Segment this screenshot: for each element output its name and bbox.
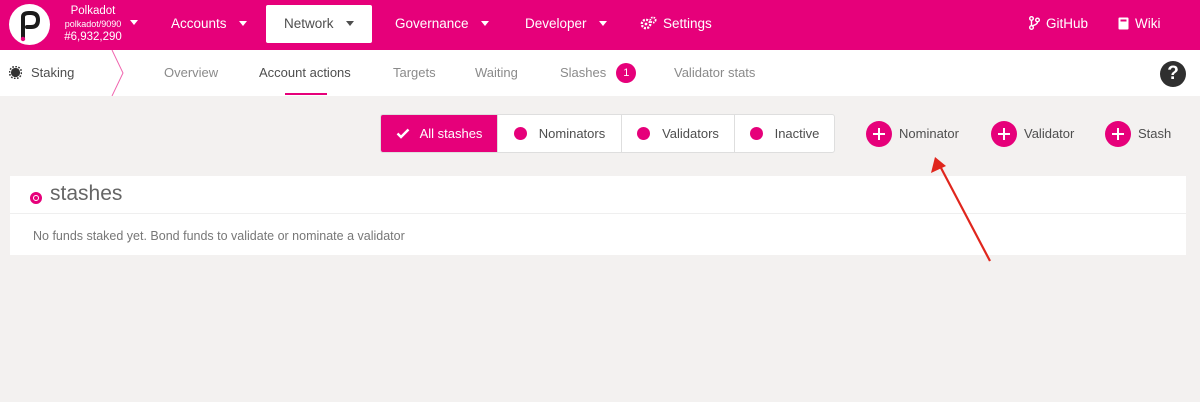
polkadot-logo-icon[interactable] xyxy=(9,4,50,45)
stashes-card-header: stashes xyxy=(10,176,1186,214)
filter-nominators[interactable]: Nominators xyxy=(498,115,622,152)
add-nominator-label: Nominator xyxy=(899,126,959,141)
empty-state-message: No funds staked yet. Bond funds to valid… xyxy=(33,229,405,243)
slashes-count-badge: 1 xyxy=(616,63,637,83)
radio-dot-icon xyxy=(749,127,763,140)
add-nominator-button[interactable]: Nominator xyxy=(866,120,959,147)
node-endpoint: polkadot/9090 xyxy=(64,19,122,29)
chain-selector[interactable]: Polkadot polkadot/9090 #6,932,290 xyxy=(58,5,128,44)
wiki-label: Wiki xyxy=(1135,16,1161,31)
nav-accounts[interactable]: Accounts xyxy=(171,0,247,50)
filter-nominators-label: Nominators xyxy=(538,126,606,141)
chevron-down-icon xyxy=(598,21,607,26)
tab-account-actions-label: Account actions xyxy=(259,65,351,80)
top-navigation-bar: Polkadot polkadot/9090 #6,932,290 Accoun… xyxy=(0,0,1200,50)
wiki-link[interactable]: Wiki xyxy=(1118,0,1161,50)
nav-settings[interactable]: Settings xyxy=(640,0,712,50)
radio-dot-icon xyxy=(637,127,651,140)
tab-overview[interactable]: Overview xyxy=(164,50,218,96)
nav-developer[interactable]: Developer xyxy=(525,0,607,50)
question-icon[interactable]: ? xyxy=(1160,61,1186,87)
nav-network[interactable]: Network xyxy=(266,5,372,43)
tab-waiting[interactable]: Waiting xyxy=(475,50,518,96)
check-icon xyxy=(396,128,409,139)
add-stash-label: Stash xyxy=(1138,126,1172,141)
tab-slashes-label: Slashes xyxy=(560,65,607,80)
nav-settings-label: Settings xyxy=(663,16,712,31)
plus-icon xyxy=(991,120,1017,147)
tab-account-actions[interactable]: Account actions xyxy=(259,50,351,96)
staking-icon xyxy=(9,66,22,79)
stashes-status-icon xyxy=(30,192,42,204)
branch-icon xyxy=(1029,16,1040,30)
book-icon xyxy=(1118,17,1129,30)
tab-targets[interactable]: Targets xyxy=(393,50,436,96)
chevron-down-icon[interactable] xyxy=(130,20,138,25)
filter-inactive[interactable]: Inactive xyxy=(735,115,834,152)
add-validator-button[interactable]: Validator xyxy=(991,120,1075,147)
tab-waiting-label: Waiting xyxy=(475,65,518,80)
tab-validator-stats[interactable]: Validator stats xyxy=(674,50,755,96)
add-stash-button[interactable]: Stash xyxy=(1105,120,1172,147)
chevron-down-icon xyxy=(238,21,247,26)
tab-overview-label: Overview xyxy=(164,65,219,80)
page-title-label: Staking xyxy=(31,65,75,80)
plus-icon xyxy=(866,120,892,147)
github-label: GitHub xyxy=(1046,16,1089,31)
nav-network-label: Network xyxy=(284,16,334,31)
radio-dot-icon xyxy=(513,127,527,140)
filter-all-stashes[interactable]: All stashes xyxy=(381,115,498,152)
nav-developer-label: Developer xyxy=(525,16,587,31)
gear-icon xyxy=(640,16,657,30)
nav-accounts-label: Accounts xyxy=(171,16,227,31)
tab-targets-label: Targets xyxy=(393,65,436,80)
chevron-down-icon xyxy=(480,21,489,26)
filter-all-stashes-label: All stashes xyxy=(419,126,483,141)
nav-governance[interactable]: Governance xyxy=(395,0,489,50)
stashes-card: stashes No funds staked yet. Bond funds … xyxy=(10,176,1186,255)
staking-subnav: Staking Overview Account actions Targets… xyxy=(0,50,1200,96)
stash-filter: All stashes Nominators Validators Inacti… xyxy=(380,114,835,153)
filter-validators[interactable]: Validators xyxy=(622,115,735,152)
github-link[interactable]: GitHub xyxy=(1029,0,1088,50)
chevron-down-icon xyxy=(345,21,354,26)
page-title: Staking xyxy=(9,50,74,96)
nav-governance-label: Governance xyxy=(395,16,469,31)
chain-name: Polkadot xyxy=(70,5,116,17)
breadcrumb-chevron-icon xyxy=(111,50,124,96)
add-validator-label: Validator xyxy=(1024,126,1075,141)
block-number: #6,932,290 xyxy=(64,31,122,43)
plus-icon xyxy=(1105,120,1131,147)
tab-validator-stats-label: Validator stats xyxy=(674,65,756,80)
filter-validators-label: Validators xyxy=(662,126,719,141)
filter-inactive-label: Inactive xyxy=(774,126,820,141)
tab-slashes[interactable]: Slashes 1 xyxy=(560,50,637,96)
stashes-title: stashes xyxy=(50,182,123,205)
